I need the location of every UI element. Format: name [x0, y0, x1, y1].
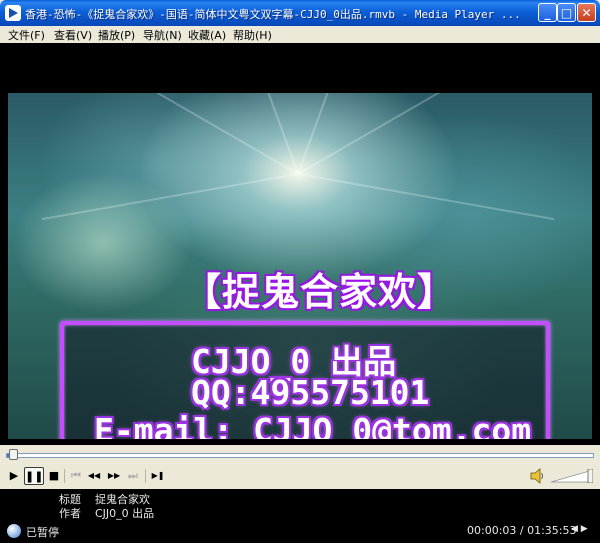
- time-readout: 00:00:03 / 01:35:53: [467, 524, 577, 537]
- status-bar: 已暂停 00:00:03 / 01:35:53 ◀ ▶: [0, 520, 600, 543]
- title-bar[interactable]: 香港-恐怖-《捉鬼合家欢》-国语-简体中文粤文双字幕-CJJ0_0出品.rmvb…: [0, 0, 600, 26]
- status-nav-arrows[interactable]: ◀ ▶: [571, 524, 588, 534]
- media-player-window: 香港-恐怖-《捉鬼合家欢》-国语-简体中文粤文双字幕-CJJ0_0出品.rmvb…: [0, 0, 600, 543]
- menu-file[interactable]: 文件(F): [8, 27, 45, 43]
- menu-view[interactable]: 查看(V): [54, 27, 92, 43]
- playback-status: 已暂停: [26, 526, 59, 539]
- volume-icon[interactable]: [530, 468, 544, 484]
- credit-box: CJJO_0 出品 QQ:495575101 E-mail: CJJO_0@to…: [60, 321, 550, 439]
- maximize-button[interactable]: □: [557, 3, 576, 22]
- light-ray: [297, 173, 555, 221]
- pause-button[interactable]: ❚❚: [24, 467, 44, 485]
- seek-bar[interactable]: [6, 453, 594, 458]
- window-title: 香港-恐怖-《捉鬼合家欢》-国语-简体中文粤文双字幕-CJJ0_0出品.rmvb…: [25, 8, 521, 21]
- fast-forward-button[interactable]: ▶▶: [104, 467, 124, 485]
- play-button[interactable]: ▶: [4, 467, 24, 485]
- divider: [145, 469, 146, 483]
- divider: [64, 469, 65, 483]
- light-ray: [72, 93, 299, 175]
- previous-button[interactable]: ⏮: [66, 467, 86, 485]
- light-ray: [41, 173, 299, 221]
- seek-area: [0, 445, 600, 464]
- video-frame: 【捉鬼合家欢】 CJJO_0 出品 QQ:495575101 E-mail: C…: [8, 93, 592, 439]
- light-ray: [297, 93, 524, 175]
- light-ray: [297, 93, 388, 175]
- minimize-button[interactable]: _: [538, 3, 557, 22]
- author-label: 作者: [59, 507, 81, 520]
- credit-line-2: QQ:495575101: [191, 373, 430, 412]
- menu-favorites[interactable]: 收藏(A): [188, 27, 226, 43]
- menu-help[interactable]: 帮助(H): [233, 27, 272, 43]
- frame-step-button[interactable]: ▶❚: [148, 467, 168, 485]
- media-info-panel: 标题 捉鬼合家欢 作者 CJJ0_0 出品: [0, 489, 600, 520]
- menu-navigate[interactable]: 导航(N): [143, 27, 182, 43]
- status-globe-icon: [7, 524, 21, 538]
- video-title-text: 【捉鬼合家欢】: [183, 270, 457, 314]
- menu-play[interactable]: 播放(P): [98, 27, 135, 43]
- author-value: CJJ0_0 出品: [95, 507, 155, 520]
- seek-thumb[interactable]: [9, 449, 18, 460]
- volume-thumb[interactable]: [587, 469, 593, 483]
- menu-bar: 文件(F) 查看(V) 播放(P) 导航(N) 收藏(A) 帮助(H): [0, 26, 600, 43]
- stop-button[interactable]: ■: [44, 467, 64, 485]
- light-ray: [208, 93, 299, 175]
- playback-controls: ▶ ❚❚ ■ ⏮ ◀◀ ▶▶ ⏭ ▶❚: [0, 464, 600, 489]
- next-button[interactable]: ⏭: [123, 467, 143, 485]
- close-button[interactable]: ✕: [577, 3, 596, 22]
- volume-slider[interactable]: [551, 469, 593, 483]
- video-area[interactable]: 【捉鬼合家欢】 CJJO_0 出品 QQ:495575101 E-mail: C…: [0, 43, 600, 445]
- credit-line-3: E-mail: CJJO_0@tom.com: [94, 411, 532, 439]
- media-player-icon[interactable]: [5, 5, 21, 21]
- rewind-button[interactable]: ◀◀: [84, 467, 104, 485]
